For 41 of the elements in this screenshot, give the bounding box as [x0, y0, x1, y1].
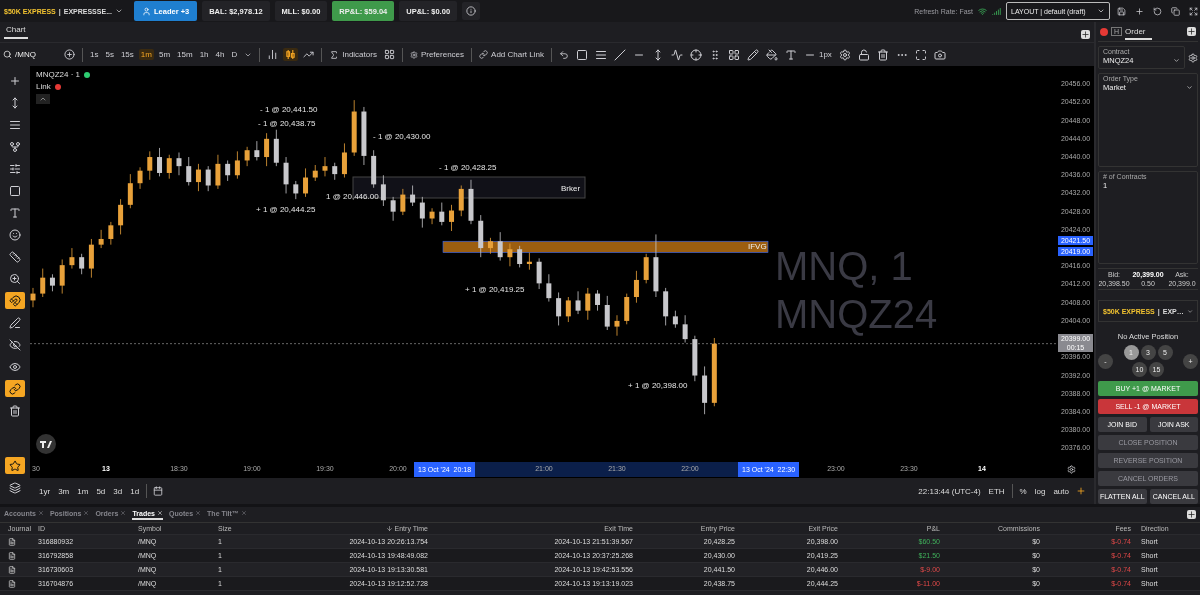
symbol-legend: MNQZ24 · 1 [36, 70, 80, 79]
interval-button[interactable]: D [229, 49, 240, 60]
zone-label: IFVG [748, 242, 767, 251]
preferences-button[interactable]: Preferences [407, 49, 467, 60]
order-tab[interactable]: Order [1125, 23, 1152, 40]
chart-link-button[interactable]: Add Chart Link [477, 49, 546, 60]
interval-button[interactable]: 15s [118, 49, 136, 60]
zone-label: Brker [561, 184, 581, 193]
range-button[interactable]: 1m [74, 485, 92, 497]
range-button[interactable]: 1yr [36, 485, 54, 497]
range-button[interactable]: 3d [110, 485, 126, 497]
session-text: ETH [987, 486, 1006, 496]
scale-option[interactable]: log [1031, 485, 1049, 497]
interval-button[interactable]: 1m [138, 49, 154, 60]
scale-option[interactable]: % [1016, 485, 1030, 497]
scale-option[interactable]: auto [1050, 485, 1072, 497]
symbol-search-field[interactable]: /MNQ [3, 50, 59, 59]
trade-label: + 1 @ 20,444.25 [256, 205, 316, 214]
trade-label: - 1 @ 20,438.75 [258, 119, 316, 128]
trade-label: + 1 @ 20,398.00 [628, 381, 688, 390]
line-width-button[interactable]: 1px [801, 47, 834, 62]
indicators-button[interactable]: Indicators [327, 48, 379, 61]
chart-tab[interactable]: Chart [4, 25, 28, 39]
chart-watermark: MNQ, 1 [775, 244, 913, 288]
interval-button[interactable]: 4h [213, 49, 227, 60]
chart-watermark: MNQZ24 [775, 292, 938, 336]
trade-label: 1 @ 20,446.00 [326, 192, 379, 201]
range-button[interactable]: 5d [93, 485, 109, 497]
interval-button[interactable]: 15m [175, 49, 195, 60]
range-button[interactable]: 1d [127, 485, 143, 497]
interval-button[interactable]: 1h [197, 49, 211, 60]
trade-label: - 1 @ 20,430.00 [373, 132, 431, 141]
trade-label: - 1 @ 20,441.50 [260, 105, 318, 114]
trade-label: - 1 @ 20,428.25 [439, 163, 497, 172]
interval-button[interactable]: 1s [88, 49, 101, 60]
interval-button[interactable]: 5s [103, 49, 116, 60]
trade-label: + 1 @ 20,419.25 [465, 285, 525, 294]
link-label: Link [36, 82, 51, 91]
clock-text: 22:13:44 (UTC-4) [917, 486, 982, 496]
range-button[interactable]: 3m [55, 485, 73, 497]
interval-button[interactable]: 5m [156, 49, 173, 60]
